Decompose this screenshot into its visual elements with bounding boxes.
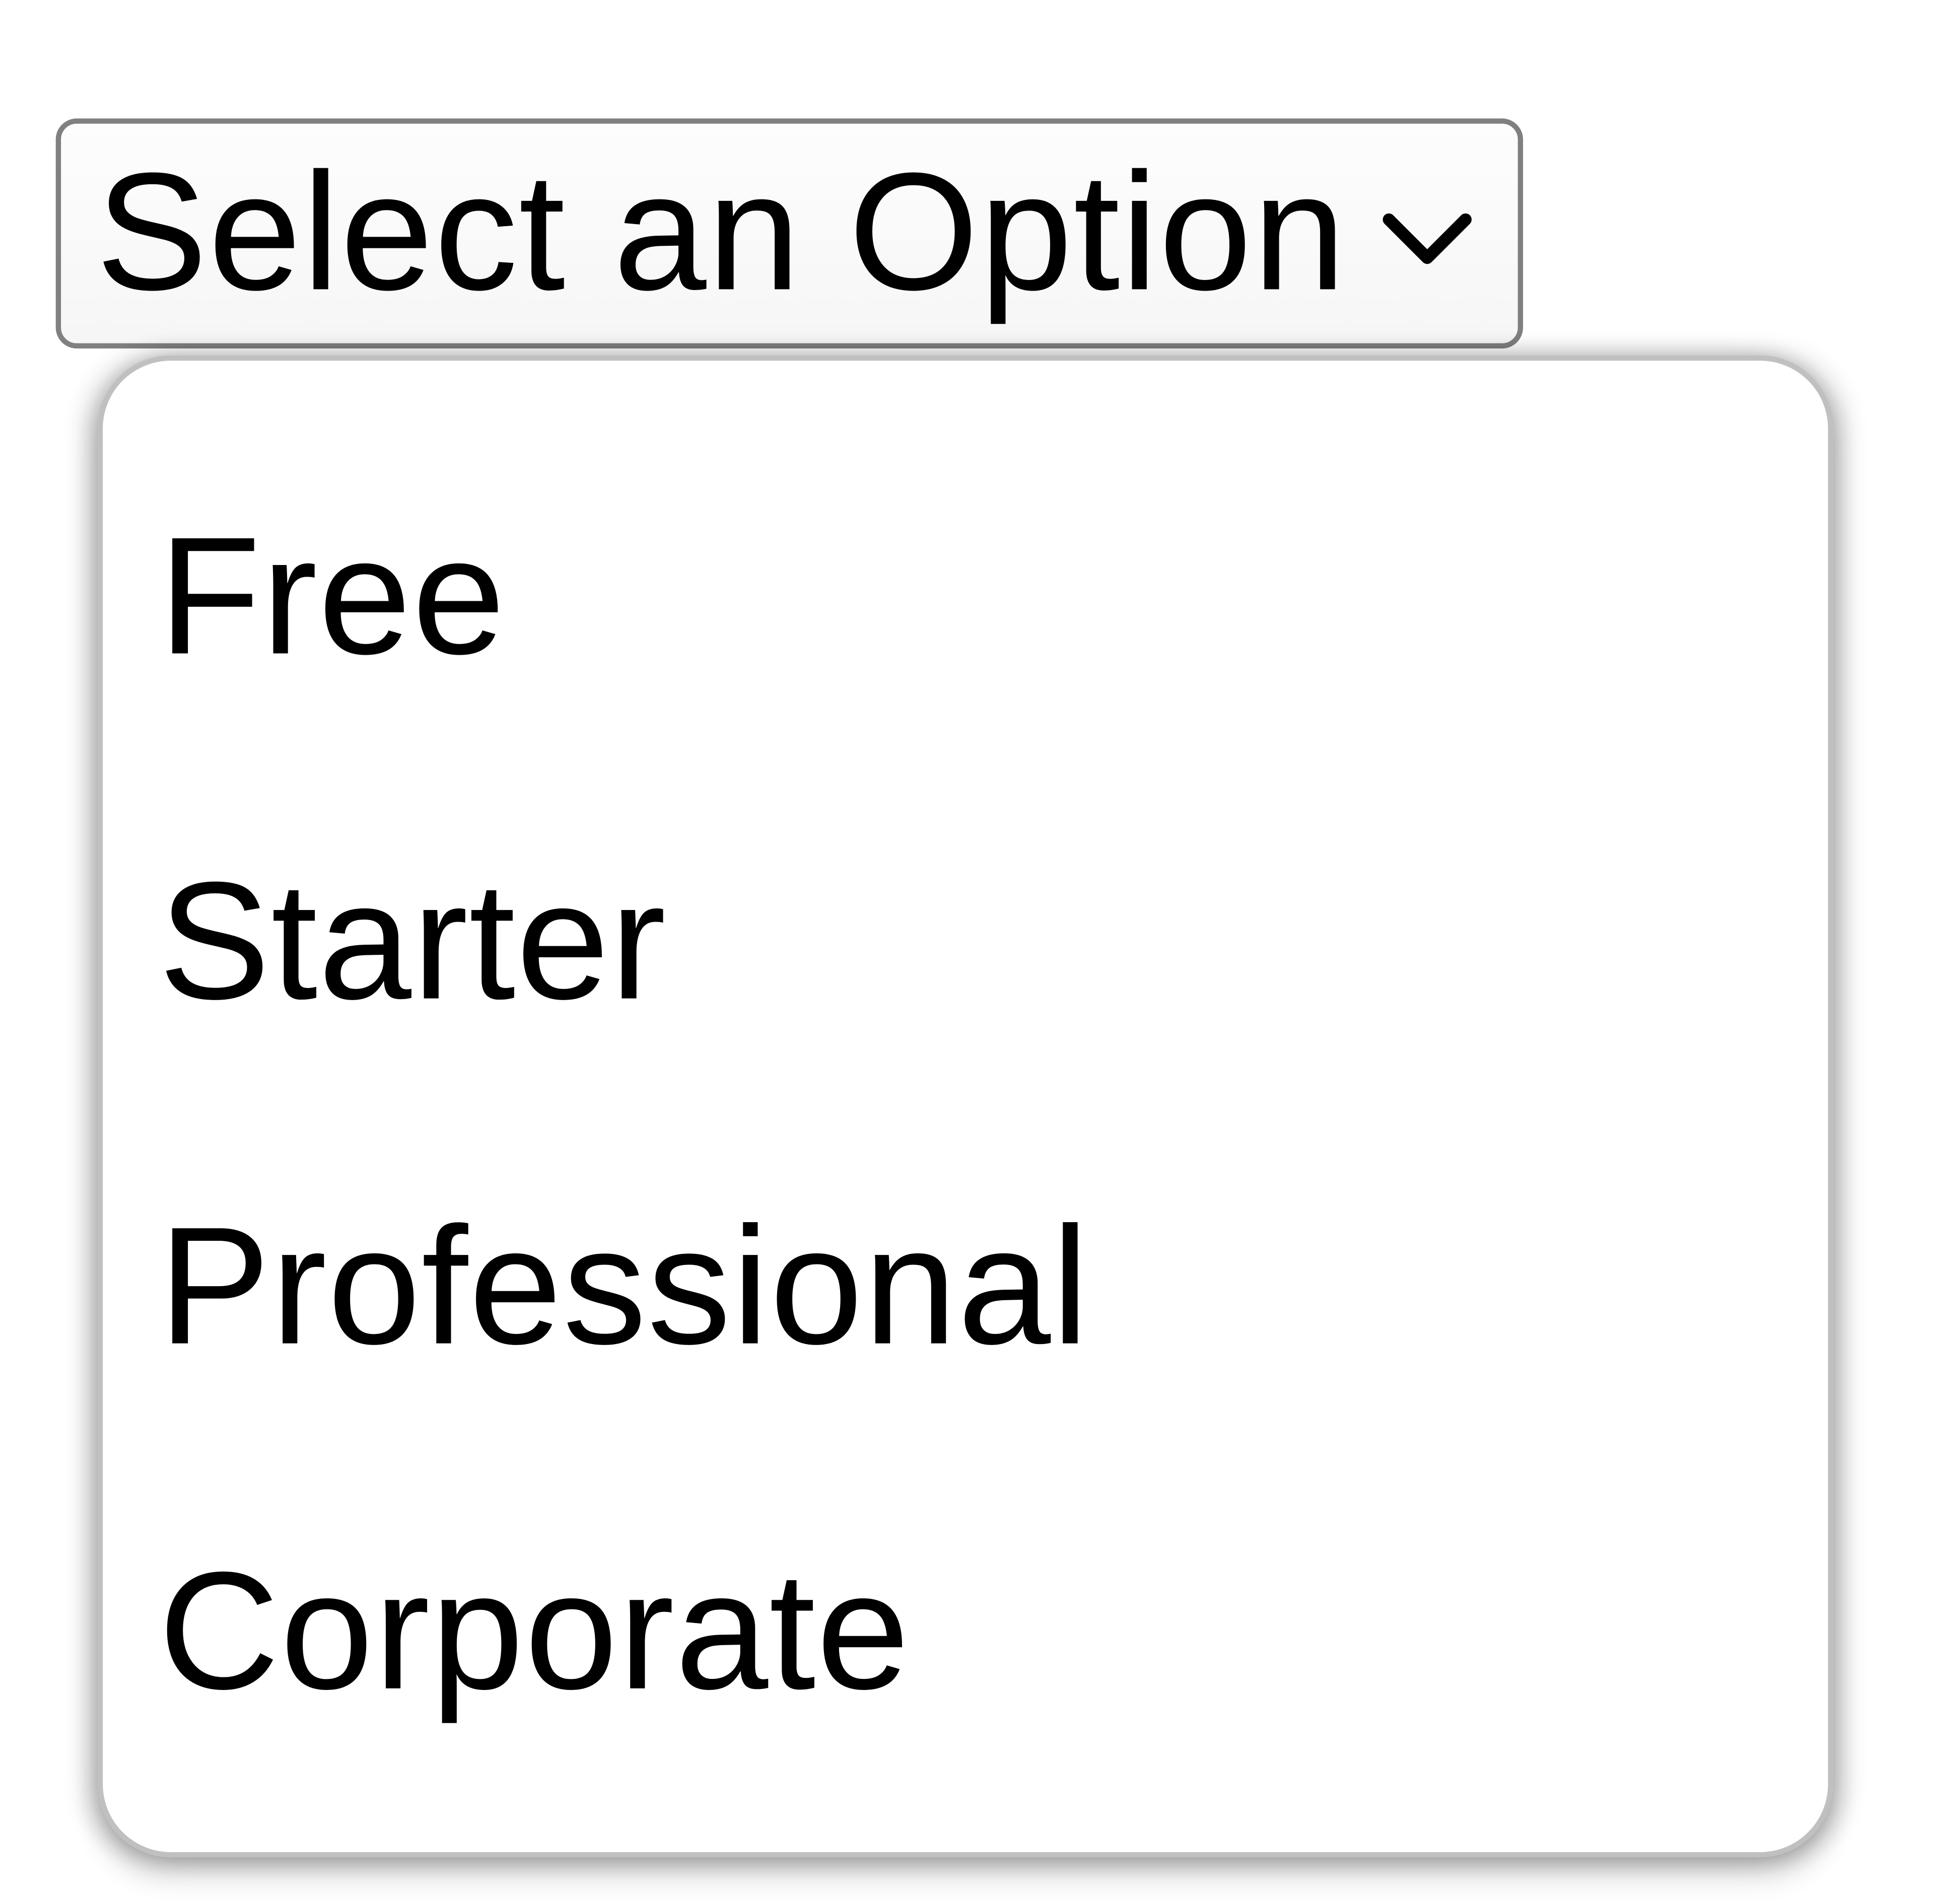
- select-option-corporate[interactable]: Corporate: [145, 1462, 1786, 1807]
- select-option-professional[interactable]: Professional: [145, 1117, 1786, 1462]
- select-dropdown[interactable]: Free Starter Professional Corporate: [98, 356, 1833, 1858]
- select-button[interactable]: Select an Option: [56, 118, 1523, 348]
- select-option-starter[interactable]: Starter: [145, 772, 1786, 1117]
- select-option-free[interactable]: Free: [145, 427, 1786, 772]
- chevron-down-icon: [1378, 202, 1476, 275]
- select-placeholder: Select an Option: [96, 150, 1347, 317]
